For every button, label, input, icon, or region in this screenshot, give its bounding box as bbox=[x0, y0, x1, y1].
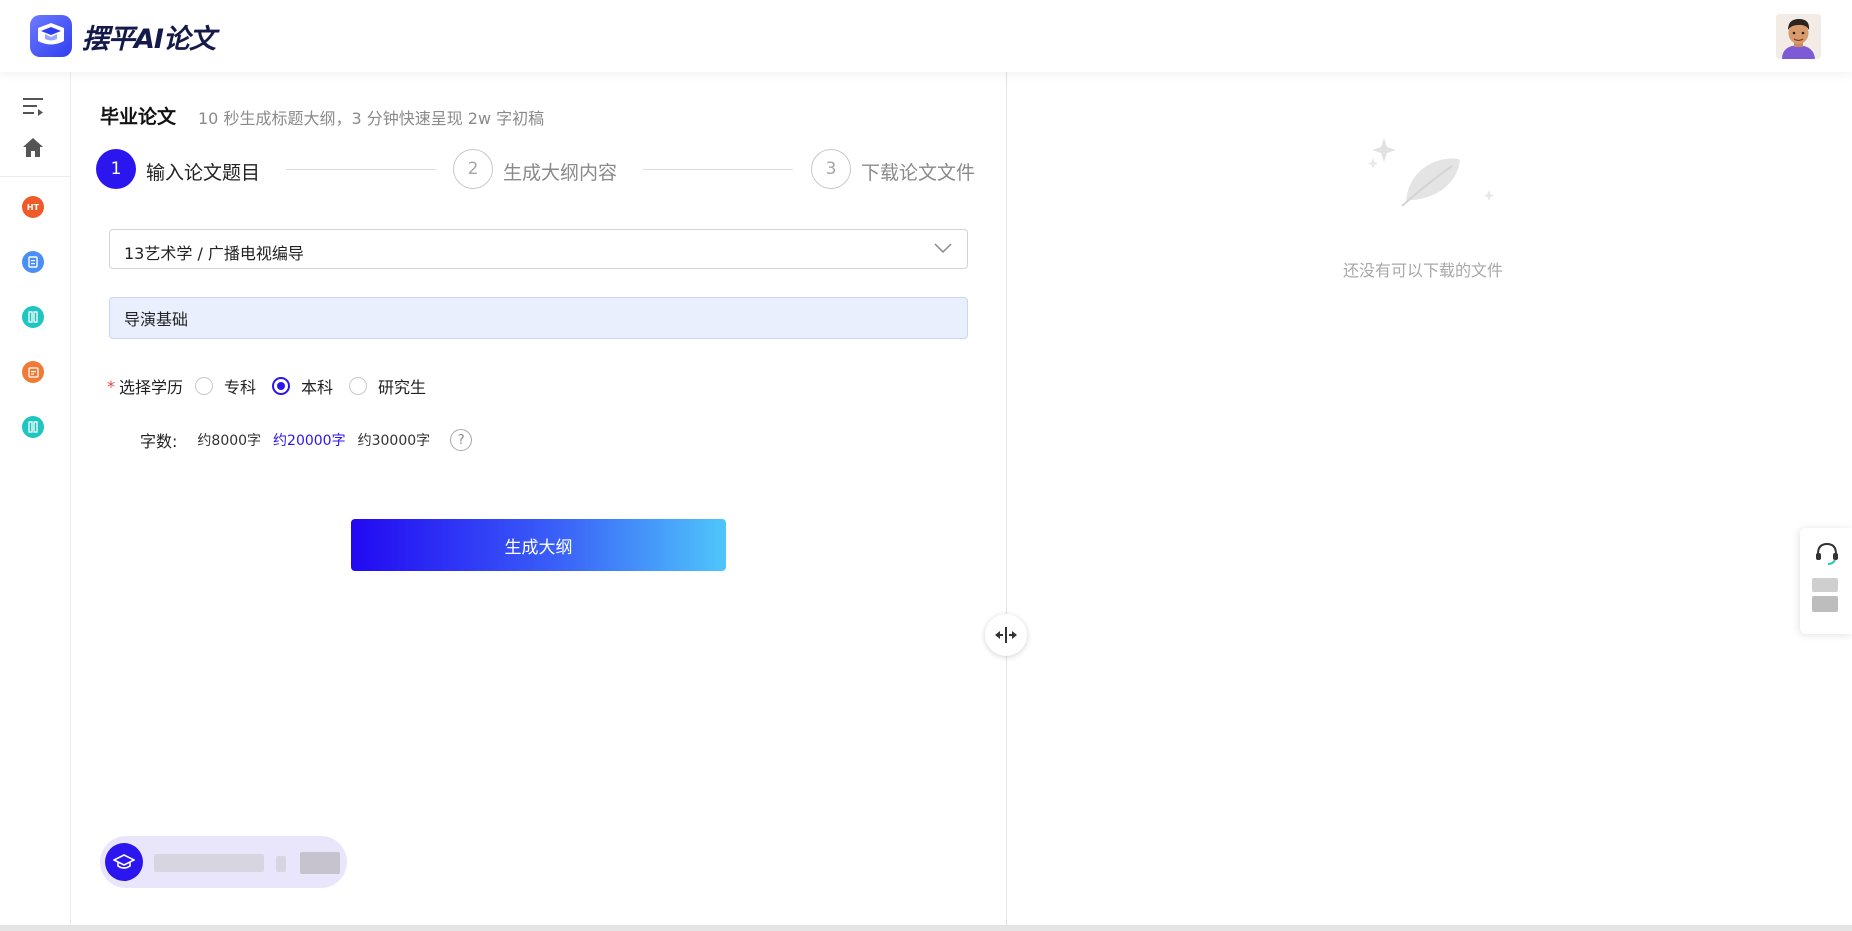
feather-empty-icon bbox=[1364, 134, 1494, 218]
headset-icon[interactable] bbox=[1814, 540, 1840, 570]
columns-icon bbox=[22, 306, 44, 328]
major-select-value: 13艺术学 / 广播电视编导 bbox=[124, 244, 304, 263]
radio-graduate[interactable]: 研究生 bbox=[349, 374, 426, 398]
sidebar-item-document[interactable] bbox=[16, 245, 50, 279]
brand-name[interactable]: 摆平AI论文 bbox=[82, 17, 216, 56]
step-1-label: 输入论文题目 bbox=[146, 162, 261, 184]
step-3-label: 下载论文文件 bbox=[861, 162, 976, 184]
customer-service-widget[interactable] bbox=[1800, 528, 1852, 634]
step-2-circle: 2 bbox=[453, 149, 493, 189]
sidebar-item-columns[interactable] bbox=[16, 300, 50, 334]
step-3-number: 3 bbox=[825, 159, 837, 179]
radio-circle-selected[interactable] bbox=[272, 377, 291, 395]
radio-circle[interactable] bbox=[195, 377, 214, 395]
columns-icon-2 bbox=[22, 416, 44, 438]
promo-pill[interactable] bbox=[100, 836, 347, 888]
blurred-text bbox=[1812, 578, 1838, 592]
step-2-label: 生成大纲内容 bbox=[503, 162, 618, 184]
sidebar-item-columns-2[interactable] bbox=[16, 410, 50, 444]
bottom-scrollbar[interactable] bbox=[0, 925, 1852, 931]
graduation-cap-icon bbox=[105, 843, 143, 881]
left-sidebar: HT bbox=[0, 72, 71, 929]
radio-junior-college[interactable]: 专科 bbox=[195, 374, 256, 398]
word-option-30000[interactable]: 约30000字 bbox=[358, 430, 431, 450]
word-option-8000[interactable]: 约8000字 bbox=[197, 430, 261, 450]
radio-label: 研究生 bbox=[378, 378, 427, 397]
graduation-cap-logo-icon[interactable] bbox=[30, 15, 72, 57]
empty-files-message: 还没有可以下载的文件 bbox=[1343, 261, 1504, 280]
app-header: 摆平AI论文 bbox=[0, 0, 1852, 72]
blurred-text bbox=[1812, 596, 1838, 612]
page-title: 毕业论文 bbox=[100, 106, 177, 128]
education-level-group: * 选择学历 专科 本科 研究生 bbox=[107, 374, 430, 398]
major-select[interactable]: 13艺术学 / 广播电视编导 bbox=[109, 229, 968, 269]
step-connector bbox=[286, 169, 436, 170]
hot-icon: HT bbox=[22, 196, 44, 218]
sidebar-item-report[interactable] bbox=[16, 355, 50, 389]
radio-circle[interactable] bbox=[349, 377, 368, 395]
word-option-20000[interactable]: 约20000字 bbox=[273, 430, 346, 450]
word-count-label: 字数: bbox=[140, 432, 178, 451]
step-connector bbox=[643, 169, 793, 170]
document-icon bbox=[22, 251, 44, 273]
blurred-text bbox=[276, 856, 286, 872]
radio-label: 专科 bbox=[224, 378, 257, 397]
user-avatar[interactable] bbox=[1776, 14, 1821, 59]
radio-label: 本科 bbox=[301, 378, 334, 397]
education-label: 选择学历 bbox=[119, 378, 184, 397]
page-subtitle: 10 秒生成标题大纲，3 分钟快速呈现 2w 字初稿 bbox=[198, 109, 545, 128]
blurred-text bbox=[154, 854, 264, 872]
word-count-group: 字数: 约8000字 约20000字 约30000字 ? bbox=[140, 428, 473, 452]
generate-outline-button[interactable]: 生成大纲 bbox=[351, 519, 726, 571]
step-1-circle: 1 bbox=[96, 149, 136, 189]
resize-handle-icon[interactable] bbox=[985, 614, 1027, 656]
radio-undergraduate[interactable]: 本科 bbox=[272, 374, 333, 398]
thesis-topic-input[interactable] bbox=[109, 297, 968, 339]
panel-divider[interactable] bbox=[1006, 72, 1007, 929]
help-icon[interactable]: ? bbox=[450, 429, 473, 451]
sidebar-divider bbox=[0, 176, 70, 177]
sidebar-item-hot[interactable]: HT bbox=[16, 190, 50, 224]
menu-toggle-icon[interactable] bbox=[16, 89, 50, 123]
report-icon bbox=[22, 361, 44, 383]
thesis-form-panel: 毕业论文 10 秒生成标题大纲，3 分钟快速呈现 2w 字初稿 1 输入论文题目… bbox=[71, 72, 1006, 929]
step-2-number: 2 bbox=[467, 159, 479, 179]
home-icon[interactable] bbox=[16, 130, 50, 164]
step-1-number: 1 bbox=[110, 159, 122, 179]
required-mark: * bbox=[107, 376, 115, 396]
step-3-circle: 3 bbox=[811, 149, 851, 189]
blurred-text bbox=[300, 852, 340, 874]
hot-icon-label: HT bbox=[26, 202, 40, 212]
chevron-down-icon bbox=[933, 240, 953, 259]
